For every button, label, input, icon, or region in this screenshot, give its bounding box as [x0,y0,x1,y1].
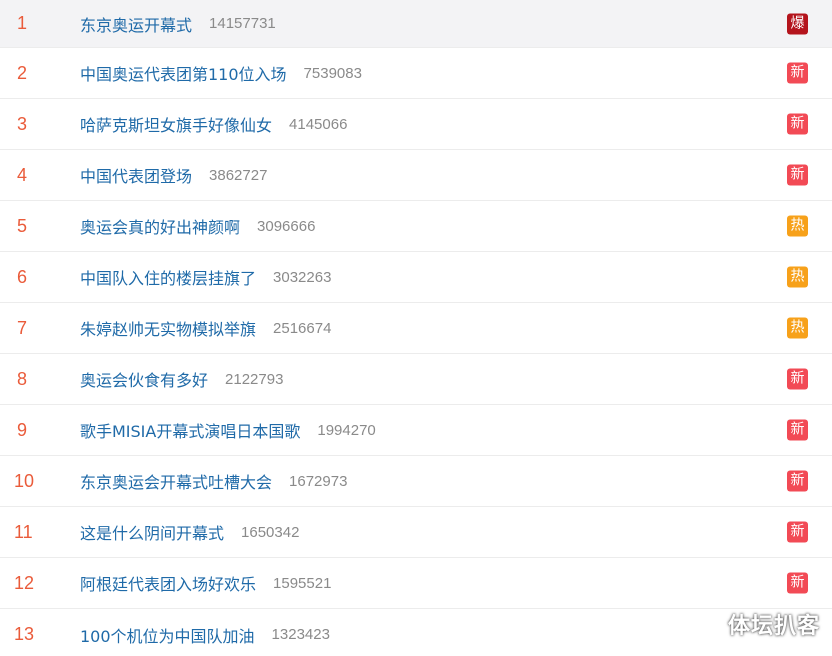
rank-number: 11 [14,521,33,542]
rank-number: 13 [14,624,35,644]
hot-badge: 热 [787,317,808,339]
heat-count: 1650342 [241,523,300,541]
rank-number: 2 [17,62,28,83]
hot-badge: 热 [787,215,808,237]
rank-number: 5 [17,215,28,236]
new-badge: 新 [787,62,808,84]
new-badge: 新 [787,368,808,390]
heat-count: 3862727 [209,166,268,184]
list-item[interactable]: 13 100个机位为中国队加油 1323423 [0,609,832,656]
topic-link[interactable]: 歌手MISIA开幕式演唱日本国歌 [80,418,300,442]
heat-count: 1595521 [273,574,332,592]
list-item[interactable]: 7 朱婷赵帅无实物模拟举旗 2516674 热 [0,303,832,354]
list-item[interactable]: 12 阿根廷代表团入场好欢乐 1595521 新 [0,558,832,609]
list-item[interactable]: 11 这是什么阴间开幕式 1650342 新 [0,507,832,558]
list-item[interactable]: 8 奥运会伙食有多好 2122793 新 [0,354,832,405]
heat-count: 2122793 [225,370,284,388]
topic-link[interactable]: 东京奥运会开幕式吐槽大会 [80,469,272,493]
heat-count: 14157731 [209,15,276,32]
rank-number: 12 [14,572,35,593]
rank-number: 1 [17,13,28,33]
heat-count: 1672973 [289,472,348,490]
hot-badge: 热 [787,266,808,288]
topic-link[interactable]: 朱婷赵帅无实物模拟举旗 [80,316,256,340]
new-badge: 新 [787,164,808,186]
list-item[interactable]: 6 中国队入住的楼层挂旗了 3032263 热 [0,252,832,303]
heat-count: 2516674 [273,319,332,337]
rank-number: 6 [17,266,28,287]
topic-link[interactable]: 100个机位为中国队加油 [80,623,255,647]
heat-count: 3032263 [273,268,332,286]
topic-link[interactable]: 奥运会真的好出神颜啊 [80,214,240,238]
new-badge: 新 [787,113,808,135]
new-badge: 新 [787,572,808,594]
list-item[interactable]: 3 哈萨克斯坦女旗手好像仙女 4145066 新 [0,99,832,150]
new-badge: 新 [787,521,808,543]
topic-link[interactable]: 这是什么阴间开幕式 [80,520,224,544]
rank-number: 3 [17,113,28,134]
list-item[interactable]: 4 中国代表团登场 3862727 新 [0,150,832,201]
list-item[interactable]: 9 歌手MISIA开幕式演唱日本国歌 1994270 新 [0,405,832,456]
topic-link[interactable]: 中国奥运代表团第110位入场 [80,61,287,85]
heat-count: 3096666 [257,217,316,235]
rank-number: 8 [17,368,28,389]
list-item[interactable]: 10 东京奥运会开幕式吐槽大会 1672973 新 [0,456,832,507]
topic-link[interactable]: 中国代表团登场 [80,163,192,187]
list-item[interactable]: 5 奥运会真的好出神颜啊 3096666 热 [0,201,832,252]
rank-number: 4 [17,164,28,185]
new-badge: 新 [787,419,808,441]
heat-count: 4145066 [289,115,348,133]
new-badge: 新 [787,470,808,492]
heat-count: 1994270 [317,421,376,439]
topic-link[interactable]: 哈萨克斯坦女旗手好像仙女 [80,112,272,136]
rank-number: 10 [14,470,35,491]
list-item[interactable]: 2 中国奥运代表团第110位入场 7539083 新 [0,48,832,99]
watermark: 体坛扒客 [727,614,820,639]
topic-link[interactable]: 东京奥运开幕式 [80,12,192,36]
rank-number: 9 [17,419,28,440]
list-item[interactable]: 1 东京奥运开幕式 14157731 爆 [0,0,832,48]
heat-count: 7539083 [303,64,362,82]
rank-number: 7 [17,317,28,338]
topic-link[interactable]: 中国队入住的楼层挂旗了 [80,265,256,289]
boom-badge: 爆 [787,13,808,34]
topic-link[interactable]: 阿根廷代表团入场好欢乐 [80,571,256,595]
topic-link[interactable]: 奥运会伙食有多好 [80,367,208,391]
hot-search-list: 1 东京奥运开幕式 14157731 爆 2 中国奥运代表团第110位入场 75… [0,0,832,656]
heat-count: 1323423 [271,626,330,643]
